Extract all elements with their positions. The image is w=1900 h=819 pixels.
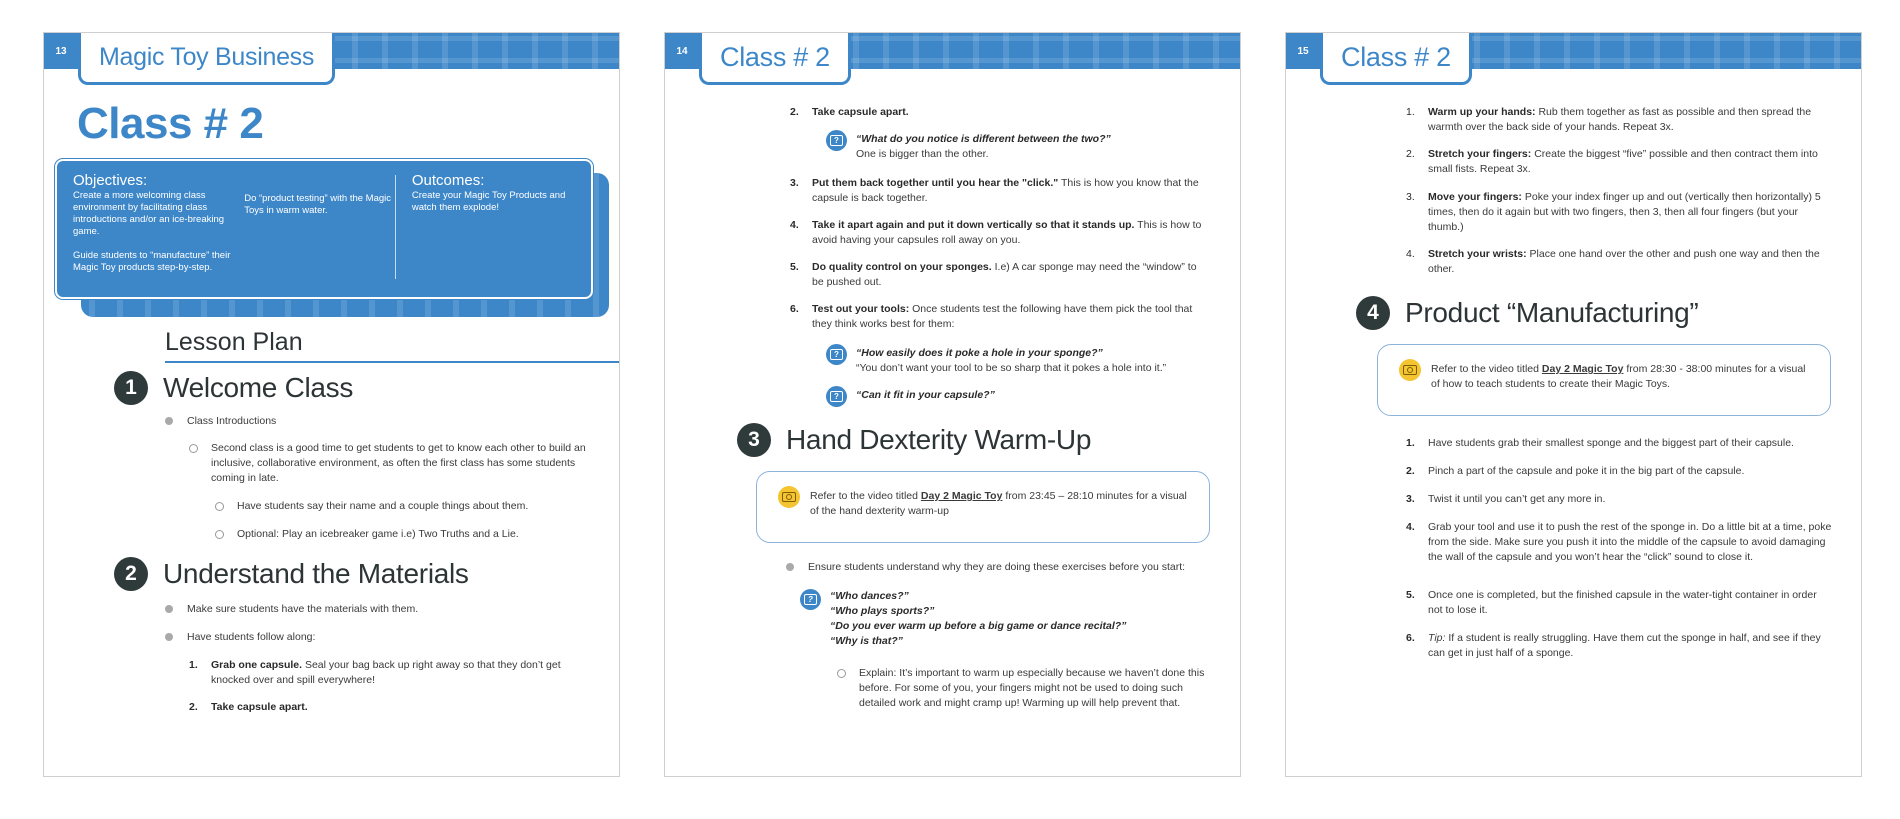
step-number-badge: 1 — [114, 371, 148, 405]
header-tab: Magic Toy Business — [78, 33, 336, 85]
page-13: 13 Magic Toy Business Class # 2 Objectiv… — [43, 32, 620, 777]
tab-title: Class # 2 — [1341, 42, 1451, 72]
numbered-step: 1. Grab one capsule. Seal your bag back … — [189, 659, 561, 686]
page-number: 13 — [44, 33, 78, 69]
objectives-heading: Objectives: — [73, 172, 148, 189]
question-bubble-icon: ? — [826, 386, 847, 407]
objectives-column: Objectives: Create a more welcoming clas… — [73, 172, 234, 283]
tab-title: Magic Toy Business — [99, 43, 315, 71]
header-tab: Class # 2 — [699, 33, 851, 85]
numbered-step: 2. Take capsule apart. — [189, 701, 308, 713]
question-bubble-icon: ? — [826, 130, 847, 151]
bullet-item: Have students follow along: — [164, 631, 316, 643]
objectives-column-2: Do “product testing” with the Magic Toys… — [244, 175, 396, 279]
bullet-item: Make sure students have the materials wi… — [164, 603, 419, 615]
section-heading: 3 Hand Dexterity Warm-Up — [737, 423, 1091, 457]
section-heading: 1 Welcome Class — [114, 371, 353, 405]
objective-item: Do “product testing” with the Magic Toys… — [244, 193, 392, 216]
question-callout: ? “How easily does it poke a hole in you… — [826, 344, 1166, 376]
video-reference-box: Refer to the video titled Day 2 Magic To… — [1377, 344, 1831, 416]
outcomes-heading: Outcomes: — [411, 172, 485, 189]
numbered-step: 4. Take it apart again and put it down v… — [790, 219, 1202, 246]
bullet-item: Ensure students understand why they are … — [785, 561, 1186, 573]
step-number-badge: 2 — [114, 557, 148, 591]
video-icon — [1399, 359, 1421, 381]
section-heading: 2 Understand the Materials — [114, 557, 469, 591]
step-number-badge: 3 — [737, 423, 771, 457]
numbered-step: 3. Move your fingers: Poke your index fi… — [1406, 191, 1821, 233]
page-15: 15 Class # 2 1. Warm up your hands: Rub … — [1285, 32, 1862, 777]
video-link[interactable]: Day 2 Magic Toy — [921, 490, 1003, 502]
question-callout: ? “What do you notice is different betwe… — [826, 130, 1111, 162]
sub-sub-bullet-item: Have students say their name and a coupl… — [214, 500, 529, 512]
sub-bullet-item: Explain: It’s important to warm up espec… — [837, 666, 1209, 711]
numbered-step: 6. Test out your tools: Once students te… — [790, 303, 1193, 330]
question-callout: ? “Who dances?” “Who plays sports?” “Do … — [800, 589, 1126, 649]
video-link[interactable]: Day 2 Magic Toy — [1542, 363, 1624, 375]
sub-bullet-item: Second class is a good time to get stude… — [189, 441, 596, 486]
objectives-box: Objectives: Create a more welcoming clas… — [55, 159, 593, 299]
video-reference-box: Refer to the video titled Day 2 Magic To… — [756, 471, 1210, 543]
numbered-step: 2. Stretch your fingers: Create the bigg… — [1406, 148, 1818, 175]
page-number: 15 — [1286, 33, 1320, 69]
numbered-step: 2. Take capsule apart. — [790, 106, 909, 118]
section-title: Understand the Materials — [163, 558, 469, 589]
numbered-step: 2. Pinch a part of the capsule and poke i… — [1406, 465, 1745, 477]
numbered-step: 6. Tip: If a student is really struggling… — [1406, 632, 1821, 659]
page-title: Class # 2 — [77, 99, 264, 148]
question-bubble-icon: ? — [826, 344, 847, 365]
objective-item: Create a more welcoming class environmen… — [73, 190, 225, 237]
header-tab: Class # 2 — [1320, 33, 1472, 85]
question-bubble-icon: ? — [800, 589, 821, 610]
section-title: Hand Dexterity Warm-Up — [786, 424, 1092, 455]
numbered-step: 4. Stretch your wrists: Place one hand o… — [1406, 248, 1820, 275]
sub-sub-bullet-item: Optional: Play an icebreaker game i.e) T… — [215, 528, 519, 540]
section-title: Welcome Class — [163, 372, 354, 403]
numbered-step: 1. Have students grab their smallest spon… — [1406, 437, 1794, 449]
numbered-step: 5. Once one is completed, but the finishe… — [1406, 589, 1817, 616]
numbered-step: 5. Do quality control on your sponges. I… — [790, 261, 1197, 288]
numbered-step: 3. Put them back together until you hear… — [790, 177, 1199, 204]
step-number-badge: 4 — [1356, 296, 1390, 330]
numbered-step: 1. Warm up your hands: Rub them together… — [1406, 106, 1812, 133]
section-heading: 4 Product “Manufacturing” — [1356, 296, 1699, 330]
bullet-item: Class Introductions — [164, 415, 277, 427]
numbered-step: 4. Grab your tool and use it to push the … — [1406, 521, 1832, 563]
objective-item: Guide students to “manufacture” their Ma… — [73, 250, 231, 273]
video-reference-text: Refer to the video titled Day 2 Magic To… — [810, 490, 1187, 517]
video-reference-text: Refer to the video titled Day 2 Magic To… — [1431, 363, 1806, 390]
lesson-plan-heading: Lesson Plan — [165, 328, 619, 363]
section-title: Product “Manufacturing” — [1405, 297, 1699, 328]
page-number: 14 — [665, 33, 699, 69]
tip-label: Tip: — [1428, 632, 1446, 644]
outcomes-column: Outcomes: Create your Magic Toy Products… — [411, 172, 575, 283]
outcome-item: Create your Magic Toy Products and watch… — [411, 190, 566, 213]
question-callout: ? “Can it fit in your capsule?” — [826, 386, 995, 407]
page-14: 14 Class # 2 2. Take capsule apart. ? “W… — [664, 32, 1241, 777]
video-icon — [778, 486, 800, 508]
numbered-step: 3. Twist it until you can’t get any more … — [1406, 493, 1606, 505]
tab-title: Class # 2 — [720, 42, 830, 72]
